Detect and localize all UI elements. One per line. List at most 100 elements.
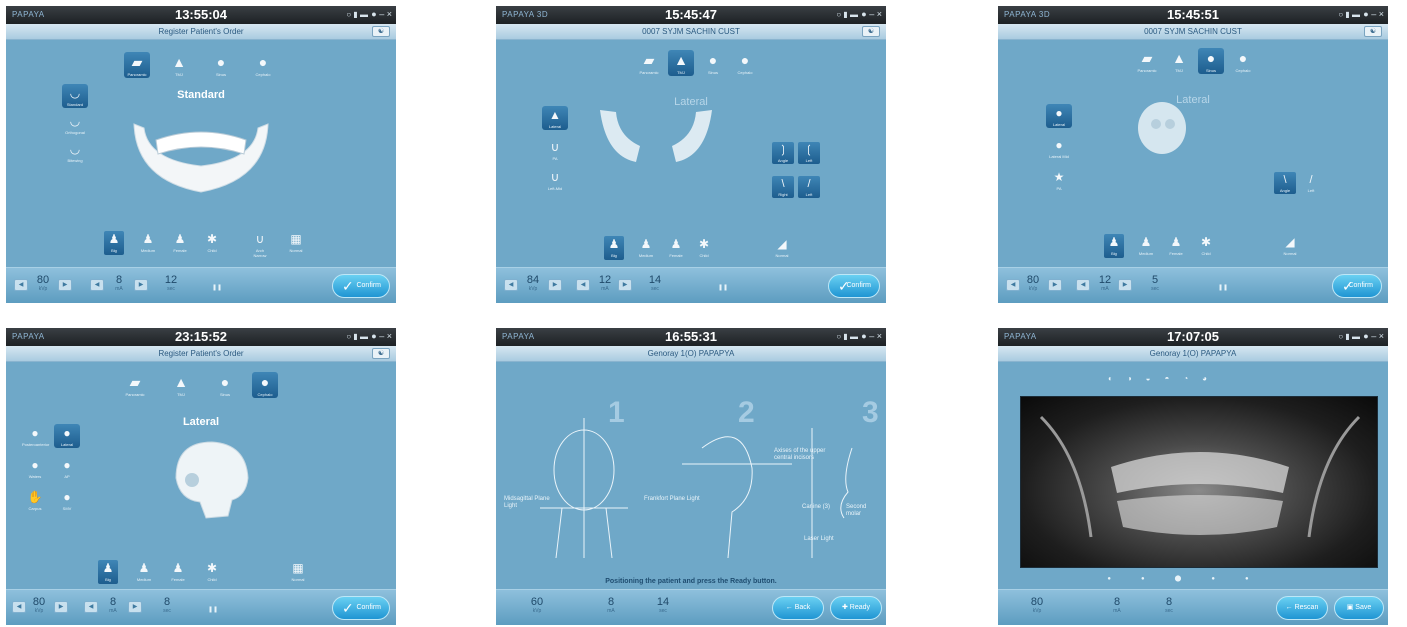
angle-option-2[interactable]: ❲ Left: [798, 142, 820, 164]
body-medium[interactable]: ♟ Medium: [1136, 234, 1156, 258]
ma-up-button[interactable]: ▶: [618, 279, 632, 291]
confirm-button[interactable]: ✓ Confirm: [332, 274, 390, 298]
body-female[interactable]: ♟ Female: [168, 560, 188, 584]
type-sinus[interactable]: ● Sinus: [212, 372, 238, 398]
skull-icon: ●: [260, 374, 270, 390]
angle-option-1[interactable]: \ Angle: [1274, 172, 1296, 194]
skull-icon: ●: [31, 458, 39, 472]
type-tmj[interactable]: ▲ TMJ: [166, 52, 192, 78]
type-panoramic[interactable]: ▰ Panoramic: [122, 372, 148, 398]
confirm-button[interactable]: ✓ Confirm: [1332, 274, 1382, 298]
window-controls[interactable]: ● – ×: [861, 331, 882, 341]
option-left-mid[interactable]: ∪ Left-Mid: [542, 168, 568, 192]
type-sinus[interactable]: ● Sinus: [208, 52, 234, 78]
arch-narrow[interactable]: ∪ Arch Narrow: [250, 231, 270, 258]
body-medium[interactable]: ♟ Medium: [636, 236, 656, 260]
angle-option-1[interactable]: ❳ Angle: [772, 142, 794, 164]
kvp-down-button[interactable]: ◀: [504, 279, 518, 291]
back-button[interactable]: ← Back: [772, 596, 824, 620]
option-pa[interactable]: ∪ PA: [542, 138, 568, 162]
body-child[interactable]: ✱ Child: [202, 560, 222, 584]
save-button[interactable]: ▣ Save: [1334, 596, 1384, 620]
normal-option[interactable]: ◢ Normal: [772, 236, 792, 260]
normal-grid[interactable]: ▦ Normal: [286, 231, 306, 255]
type-tmj[interactable]: ▲ TMJ: [1166, 48, 1192, 74]
confirm-button[interactable]: ✓ Confirm: [828, 274, 880, 298]
angle-option-3[interactable]: \ Right: [772, 176, 794, 198]
panoramic-xray-image: [1020, 396, 1378, 568]
body-medium[interactable]: ♟ Medium: [134, 560, 154, 584]
angle-option-2[interactable]: / Left: [1300, 172, 1322, 194]
user-icon[interactable]: ☯: [372, 26, 390, 37]
option-standard[interactable]: ◡ Standard: [62, 84, 88, 108]
option-bitewing[interactable]: ◡ Bitewing: [62, 140, 88, 164]
type-cephalo[interactable]: ● Cephalo: [732, 50, 758, 76]
window-controls[interactable]: ● – ×: [1363, 331, 1384, 341]
kvp-down-button[interactable]: ◀: [1006, 279, 1020, 291]
user-icon[interactable]: ☯: [372, 348, 390, 359]
kvp-down-button[interactable]: ◀: [14, 279, 28, 291]
angle-option-4[interactable]: / Left: [798, 176, 820, 198]
body-big[interactable]: ♟ Big: [604, 236, 624, 260]
option-lateral[interactable]: ● Lateral: [54, 424, 80, 448]
body-child[interactable]: ✱ Child: [1196, 234, 1216, 258]
body-child[interactable]: ✱ Child: [202, 231, 222, 255]
image-tool-icons[interactable]: ◐◑◒◓◔◕: [1108, 374, 1221, 383]
body-female[interactable]: ♟ Female: [1166, 234, 1186, 258]
type-cephalo[interactable]: ● Cephalo: [250, 52, 276, 78]
option-waters[interactable]: ● Waters: [22, 456, 48, 480]
ma-up-button[interactable]: ▶: [134, 279, 148, 291]
rescan-button[interactable]: ← Rescan: [1276, 596, 1328, 620]
option-lateral-mid[interactable]: ● Lateral Mid: [1046, 136, 1072, 160]
body-big[interactable]: ♟ Big: [104, 231, 124, 255]
window-controls[interactable]: ● – ×: [1363, 9, 1384, 19]
page-title-bar: 0007 SYJM SACHIN CUST ☯: [496, 24, 886, 40]
type-sinus[interactable]: ● Sinus: [1198, 48, 1224, 74]
ma-down-button[interactable]: ◀: [90, 279, 104, 291]
kvp-up-button[interactable]: ▶: [54, 601, 68, 613]
option-lateral[interactable]: ▲ Lateral: [542, 106, 568, 130]
window-controls[interactable]: ● – ×: [371, 9, 392, 19]
body-female[interactable]: ♟ Female: [170, 231, 190, 255]
option-smv[interactable]: ● SMV: [54, 488, 80, 512]
ma-up-button[interactable]: ▶: [128, 601, 142, 613]
option-pa[interactable]: ★ PA: [1046, 168, 1072, 192]
kvp-up-button[interactable]: ▶: [58, 279, 72, 291]
option-lateral[interactable]: ● Lateral: [1046, 104, 1072, 128]
type-sinus[interactable]: ● Sinus: [700, 50, 726, 76]
type-cephalo[interactable]: ● Cephalo: [1230, 48, 1256, 74]
option-carpus[interactable]: ✋ Carpus: [22, 488, 48, 512]
body-female[interactable]: ♟ Female: [666, 236, 686, 260]
kvp-up-button[interactable]: ▶: [548, 279, 562, 291]
window-controls[interactable]: ● – ×: [371, 331, 392, 341]
type-tmj[interactable]: ▲ TMJ: [168, 372, 194, 398]
ma-down-button[interactable]: ◀: [576, 279, 590, 291]
type-tmj[interactable]: ▲ TMJ: [668, 50, 694, 76]
option-posteroanterior[interactable]: ● Posteroanterior: [22, 424, 49, 448]
page-indicator[interactable]: ●●⬤●●: [998, 575, 1388, 582]
normal-grid[interactable]: ▦ Normal: [288, 560, 308, 584]
type-cephalo[interactable]: ● Cephalo: [252, 372, 278, 398]
confirm-button[interactable]: ✓ Confirm: [332, 596, 390, 620]
window-controls[interactable]: ● – ×: [861, 9, 882, 19]
body-big[interactable]: ♟ Big: [98, 560, 118, 584]
user-icon[interactable]: ☯: [1364, 26, 1382, 37]
ma-down-button[interactable]: ◀: [84, 601, 98, 613]
body-big[interactable]: ♟ Big: [1104, 234, 1124, 258]
sinus-icon: ●: [708, 52, 718, 68]
option-ap[interactable]: ● AP: [54, 456, 80, 480]
body-medium[interactable]: ♟ Medium: [138, 231, 158, 255]
type-panoramic[interactable]: ▰ Panoramic: [124, 52, 150, 78]
kvp-up-button[interactable]: ▶: [1048, 279, 1062, 291]
ready-button[interactable]: ✚ Ready: [830, 596, 882, 620]
type-panoramic[interactable]: ▰ Panoramic: [1134, 48, 1160, 74]
page-title: Genoray 1(O) PAPAPYA: [1149, 349, 1237, 358]
type-panoramic[interactable]: ▰ Panoramic: [636, 50, 662, 76]
ma-down-button[interactable]: ◀: [1076, 279, 1090, 291]
user-icon[interactable]: ☯: [862, 26, 880, 37]
ma-up-button[interactable]: ▶: [1118, 279, 1132, 291]
body-child[interactable]: ✱ Child: [694, 236, 714, 260]
option-orthogonal[interactable]: ◡ Orthogonal: [62, 112, 88, 136]
kvp-down-button[interactable]: ◀: [12, 601, 26, 613]
normal-option[interactable]: ◢ Normal: [1280, 234, 1300, 258]
